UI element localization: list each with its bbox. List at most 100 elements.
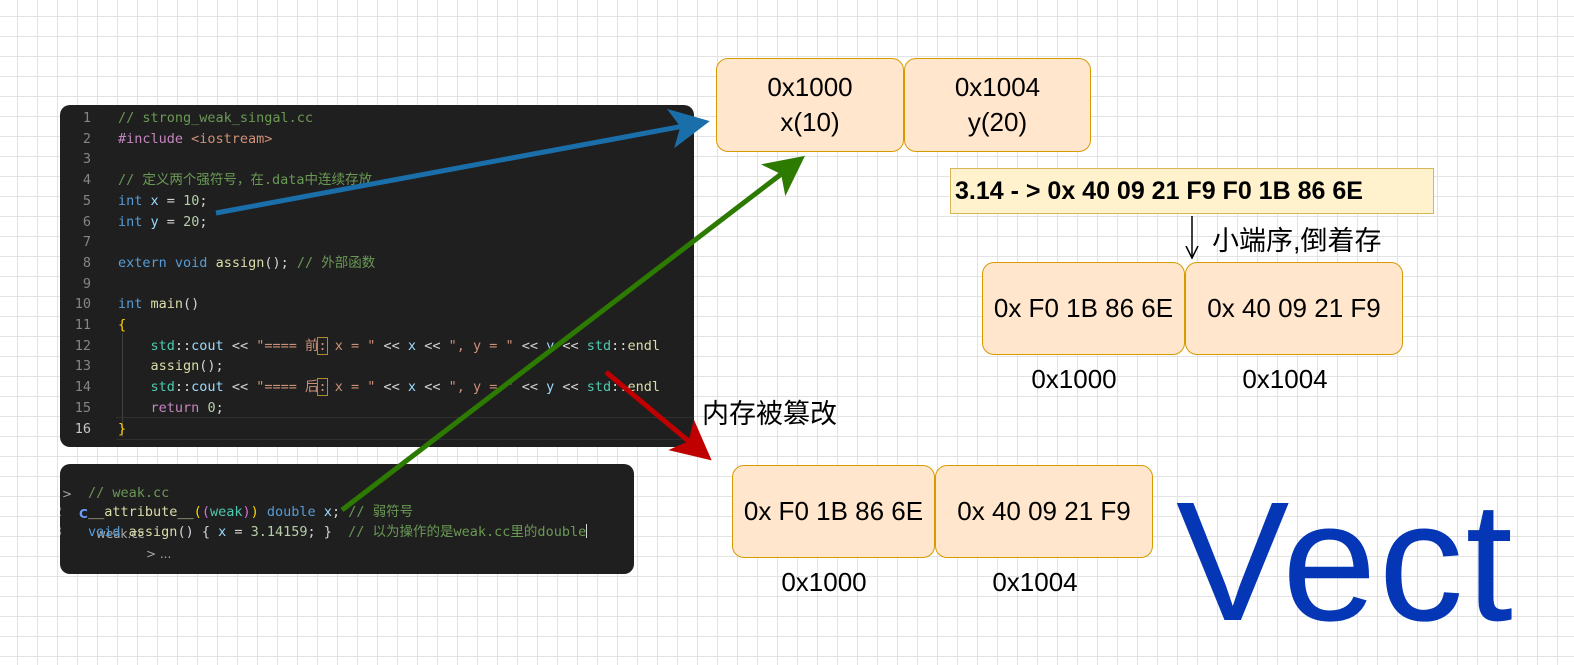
code-token: }	[118, 420, 127, 437]
line-number: 3	[60, 523, 64, 542]
text-cursor	[586, 523, 588, 538]
code-line[interactable]: 14 std::cout << "==== 后: x = " << x << "…	[60, 377, 694, 398]
code-token: ;	[215, 399, 224, 416]
code-token: // weak.cc	[88, 485, 170, 501]
code-text: // strong_weak_singal.cc	[118, 108, 313, 129]
code-token: __attribute__	[88, 504, 194, 521]
code-text: int x = 10;	[118, 191, 207, 212]
code-line[interactable]: 15 return 0;	[60, 398, 694, 419]
line-number: 3	[82, 151, 91, 168]
line-number: 14	[74, 379, 91, 396]
code-token: ();	[264, 254, 289, 271]
code-token: 0	[207, 399, 216, 416]
code-token: <<	[416, 379, 449, 396]
code-token: <<	[223, 337, 257, 354]
code-token: ()	[183, 296, 200, 313]
code-line[interactable]: 6 int y = 20;	[60, 212, 694, 233]
code-token: ;	[199, 213, 208, 230]
code-token: main	[150, 296, 184, 313]
memory-cell-high: 0x 40 09 21 F9	[1185, 262, 1403, 355]
code-line[interactable]: 1 // strong_weak_singal.cc	[60, 108, 694, 129]
code-text: void assign() { x = 3.14159; } // 以为操作的是…	[88, 523, 588, 542]
code-token: assign	[128, 523, 178, 540]
code-token: <<	[375, 379, 408, 396]
address-label: 0x1004	[1242, 364, 1328, 394]
double-hex-label: 3.14 - > 0x 40 09 21 F9 F0 1B 86 6E	[950, 168, 1434, 214]
code-text: {	[118, 315, 126, 336]
code-token: )	[250, 504, 259, 521]
code-token: ", y = "	[448, 379, 514, 396]
code-token: )	[242, 504, 251, 521]
code-token: std	[586, 337, 612, 354]
code-text: __attribute__((weak)) double x; // 弱符号	[88, 503, 413, 522]
code-token: ::	[611, 379, 628, 396]
code-token: endl	[627, 379, 660, 396]
line-number: 8	[82, 254, 91, 271]
code-token: x = "	[326, 379, 376, 396]
code-token: ;	[199, 192, 208, 209]
code-text: std::cout << "==== 前: x = " << x << ", y…	[118, 336, 660, 357]
code-text: assign();	[118, 356, 224, 377]
address-label: 0x1004	[992, 567, 1078, 597]
code-token: x	[407, 337, 417, 354]
code-line[interactable]: 16}	[60, 419, 694, 440]
line-number: 2	[82, 130, 91, 147]
memory-cell-low-tampered: 0x F0 1B 86 6E	[732, 465, 935, 558]
code-token: ();	[199, 358, 224, 375]
code-line[interactable]: 3	[60, 149, 694, 170]
code-token: endl	[627, 337, 660, 354]
breadcrumb-more[interactable]: > ...	[146, 544, 171, 564]
code-token: // 外部函数	[288, 254, 376, 271]
endian-note: 小端序,倒着存	[1212, 226, 1382, 256]
code-token: assign	[150, 358, 200, 375]
line-number: 7	[82, 234, 91, 251]
code-editor-weak-cc: > C weak.cc > ... // weak.cc 2 __attribute…	[60, 464, 634, 574]
code-token: (	[201, 504, 210, 521]
line-number: 2	[60, 503, 64, 522]
code-token: // strong_weak_singal.cc	[118, 110, 314, 126]
code-token: std	[586, 379, 612, 396]
code-line[interactable]: 11 {	[60, 315, 694, 336]
code-token: std	[150, 337, 175, 354]
code-token: ::	[174, 337, 192, 354]
code-line[interactable]: 12 std::cout << "==== 前: x = " << x << "…	[60, 336, 694, 357]
code-line[interactable]: 8 extern void assign(); // 外部函数	[60, 253, 694, 274]
code-line[interactable]: 10 int main()	[60, 294, 694, 315]
code-token: x	[150, 192, 159, 209]
code-token: double	[266, 504, 316, 521]
code-token: <<	[554, 337, 587, 354]
code-line[interactable]: 7	[60, 232, 694, 253]
line-number: 10	[74, 296, 91, 313]
code-token: ", y = "	[448, 337, 514, 354]
line-number: 4	[82, 172, 91, 189]
line-number: 15	[74, 399, 91, 416]
code-token: =	[226, 523, 251, 540]
code-line[interactable]: 9	[60, 274, 694, 295]
code-text: return 0;	[118, 398, 224, 419]
code-token: assign	[215, 254, 265, 271]
code-line[interactable]: 13 assign();	[60, 356, 694, 377]
memory-cell-bytes: 0x F0 1B 86 6E	[993, 293, 1174, 323]
line-number: 12	[74, 337, 91, 354]
memory-cell-bytes: 0x 40 09 21 F9	[957, 496, 1131, 526]
code-token: // 定义两个强符号，在.data中连续存放	[118, 172, 373, 189]
code-line[interactable]: 5 int x = 10;	[60, 191, 694, 212]
code-token: cout	[191, 337, 224, 354]
code-token: x = "	[326, 337, 376, 354]
code-line[interactable]: 4 // 定义两个强符号，在.data中连续存放	[60, 170, 694, 191]
code-token: 10	[183, 192, 200, 209]
code-token: x	[323, 504, 332, 521]
code-token: =	[158, 213, 184, 230]
code-token: #include	[118, 130, 192, 147]
code-line[interactable]: 2 #include <iostream>	[60, 129, 694, 150]
line-number: 13	[74, 358, 91, 375]
code-token: void	[88, 523, 121, 540]
code-token: <<	[513, 337, 547, 354]
breadcrumb-chevron-icon[interactable]: >	[62, 484, 72, 504]
code-text: }	[118, 419, 126, 440]
breadcrumb: > C weak.cc > ...	[60, 464, 634, 561]
